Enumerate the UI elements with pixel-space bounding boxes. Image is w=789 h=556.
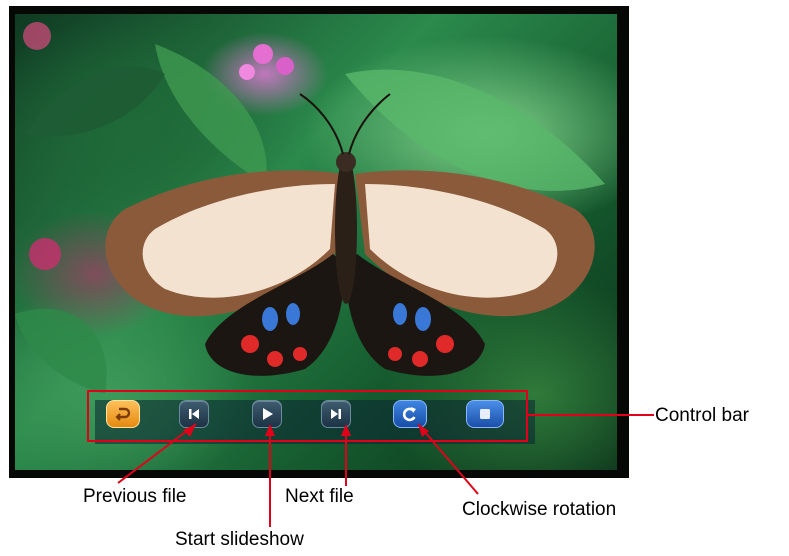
previous-file-arrowhead: [183, 424, 196, 437]
start-slideshow-arrowhead: [265, 424, 275, 436]
control-bar-label: Control bar: [655, 405, 749, 426]
start-slideshow-label: Start slideshow: [175, 529, 304, 550]
next-file-arrowhead: [341, 424, 351, 436]
previous-file-label: Previous file: [83, 486, 187, 507]
callout-lines: [117, 414, 654, 527]
next-file-label: Next file: [285, 486, 354, 507]
clockwise-rotation-callout-line: [417, 423, 479, 495]
previous-file-callout-line: [117, 423, 197, 484]
clockwise-rotation-label: Clockwise rotation: [462, 499, 617, 520]
